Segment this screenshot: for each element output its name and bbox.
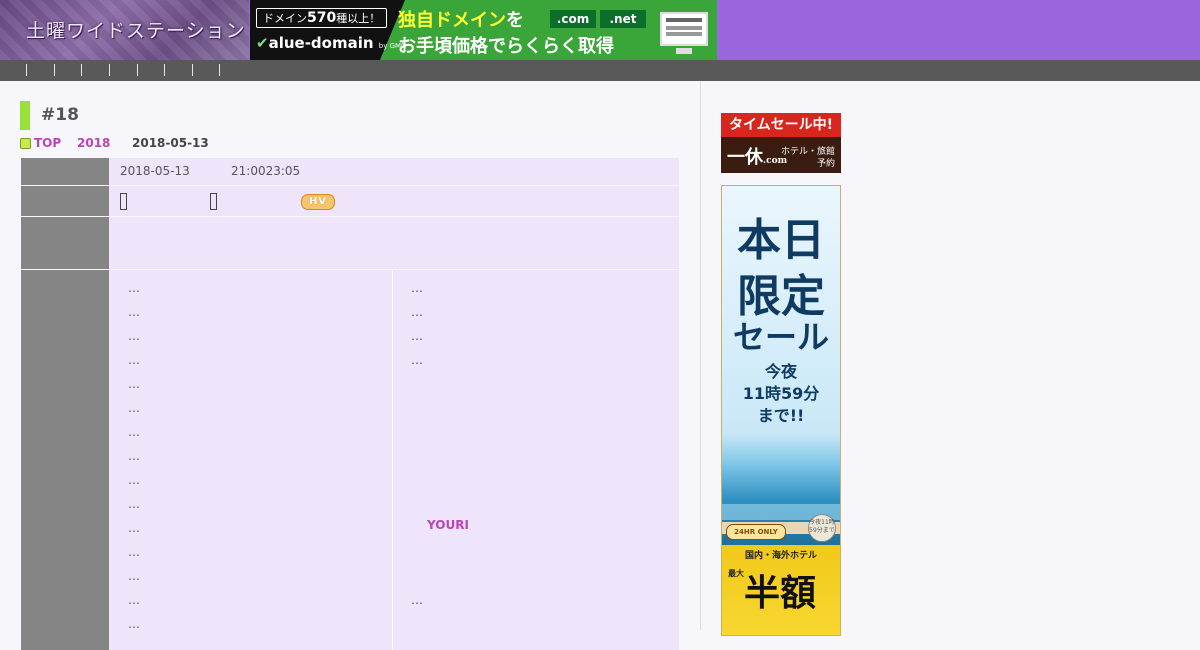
breadcrumb-bullet-icon: [20, 138, 31, 149]
row-value-cell: [109, 217, 679, 269]
ad-domain-count-pill: ドメイン570種以上！: [256, 8, 388, 28]
monitor-icon: [660, 12, 708, 54]
sidebar: タイムセール中! 一休.com ホテル・旅館 予約 本日 限定 セール 今夜 1…: [701, 81, 1200, 636]
page-title: #18: [41, 105, 79, 125]
column-divider: [392, 270, 393, 650]
list-item: …: [128, 521, 140, 535]
ad-headline-1: 本日: [737, 215, 825, 266]
ad-brand: ✔alue-domain by GMO: [256, 34, 407, 52]
list-item: …: [128, 305, 140, 319]
ikyu-timesale-ad[interactable]: タイムセール中! 一休.com ホテル・旅館 予約: [721, 113, 841, 173]
row-value-cell: HV: [109, 186, 679, 216]
table-row-tags: HV: [21, 186, 679, 216]
timesale-heading: タイムセール中!: [721, 113, 841, 137]
table-row-empty: [21, 217, 679, 269]
row-header-cell: [21, 186, 109, 216]
title-accent-bar: [20, 101, 30, 130]
list-item: …: [128, 425, 140, 439]
right-column-bottom-item: …: [411, 593, 423, 607]
nav-separator: [26, 64, 27, 76]
ad-deadline-2: 11時59分: [742, 384, 820, 403]
ad-pill-prefix: ドメイン: [263, 12, 307, 25]
cast-name-link[interactable]: YOURI: [427, 518, 469, 532]
sale-skyscraper-ad[interactable]: 本日 限定 セール 今夜 11時59分 まで!! 24HR ONLY 今夜11時…: [721, 185, 841, 636]
ad-brand-name: alue-domain: [268, 34, 374, 52]
breadcrumb-year-link[interactable]: 2018: [77, 136, 110, 150]
ad-half-price: 半額: [744, 573, 817, 614]
site-header: 土曜ワイドステーション ドメイン570種以上！ ✔alue-domain by …: [0, 0, 1200, 60]
broadcast-date: 2018-05-13: [120, 164, 190, 178]
broadcast-time: 21:0023:05: [231, 164, 301, 178]
list-item: …: [128, 449, 140, 463]
nav-bar: [0, 60, 1200, 81]
row-value-cell: … … … … … … … … … … … … … … … … … … … YO…: [109, 270, 679, 650]
list-item: …: [128, 329, 140, 343]
site-logo[interactable]: 土曜ワイドステーション: [0, 0, 249, 60]
missing-glyph: [210, 193, 217, 210]
ad-deadline-3: まで!!: [757, 406, 805, 425]
value-domain-ad-banner[interactable]: ドメイン570種以上！ ✔alue-domain by GMO 独自ドメインを …: [250, 0, 717, 60]
ad-tld-net: .net: [600, 10, 646, 28]
deadline-stamp-icon: 今夜11時59分まで: [808, 514, 836, 542]
row-header-cell: [21, 270, 109, 650]
breadcrumb-top-link[interactable]: TOP: [34, 136, 61, 150]
ad-pill-count: 570: [307, 10, 337, 26]
ad-headline-particle: を: [506, 10, 524, 31]
list-item: …: [128, 497, 140, 511]
row-header-cell: [21, 217, 109, 269]
main-content: #18 TOP 2018 2018-05-13 2018-05-13 21:00…: [0, 81, 701, 650]
ikyu-brand-name: 一休: [727, 147, 763, 168]
ad-hotel-line: 国内・海外ホテル: [744, 551, 817, 561]
list-item: …: [411, 329, 423, 343]
list-item: …: [128, 401, 140, 415]
list-item: …: [411, 281, 423, 295]
nav-separator: [81, 64, 82, 76]
nav-separator: [192, 64, 193, 76]
nav-separator: [109, 64, 110, 76]
ad-headline: 独自ドメインを: [398, 6, 524, 32]
ad-headline-3: セール: [732, 318, 829, 356]
table-row-cast: … … … … … … … … … … … … … … … … … … … YO…: [21, 270, 679, 650]
ad-max-label: 最大: [728, 569, 744, 578]
nav-separator: [54, 64, 55, 76]
row-value-cell: 2018-05-13 21:0023:05: [109, 158, 679, 185]
checkmark-icon: ✔: [256, 34, 269, 52]
hv-badge-icon: HV: [301, 194, 335, 210]
missing-glyph: [120, 193, 127, 210]
ad-deadline-1: 今夜: [764, 362, 797, 381]
list-item: …: [128, 281, 140, 295]
list-item: …: [128, 569, 140, 583]
ad-tld-com: .com: [550, 10, 596, 28]
row-header-cell: [21, 158, 109, 185]
site-logo-text: 土曜ワイドステーション: [26, 20, 246, 42]
list-item: …: [128, 617, 140, 631]
list-item: …: [128, 593, 140, 607]
ad-pill-suffix: 種以上！: [336, 12, 381, 25]
nav-separator: [164, 64, 165, 76]
nav-separator: [137, 64, 138, 76]
list-item: …: [128, 473, 140, 487]
table-row-meta: 2018-05-13 21:0023:05: [21, 158, 679, 185]
list-item: …: [411, 305, 423, 319]
breadcrumb-date: 2018-05-13: [132, 136, 209, 150]
ad-headline-main: 独自ドメイン: [398, 10, 506, 31]
timesale-sub: ホテル・旅館 予約: [780, 147, 835, 169]
right-column-list: … … … …: [411, 276, 423, 372]
ad-subline: お手頃価格でらくらく取得: [398, 36, 614, 57]
list-item: …: [411, 353, 423, 367]
nav-separator: [219, 64, 220, 76]
list-item: …: [128, 545, 140, 559]
list-item: …: [128, 353, 140, 367]
list-item: …: [128, 377, 140, 391]
ad-tag: 24HR ONLY: [726, 524, 786, 540]
left-column-list: … … … … … … … … … … … … … … …: [128, 276, 140, 636]
